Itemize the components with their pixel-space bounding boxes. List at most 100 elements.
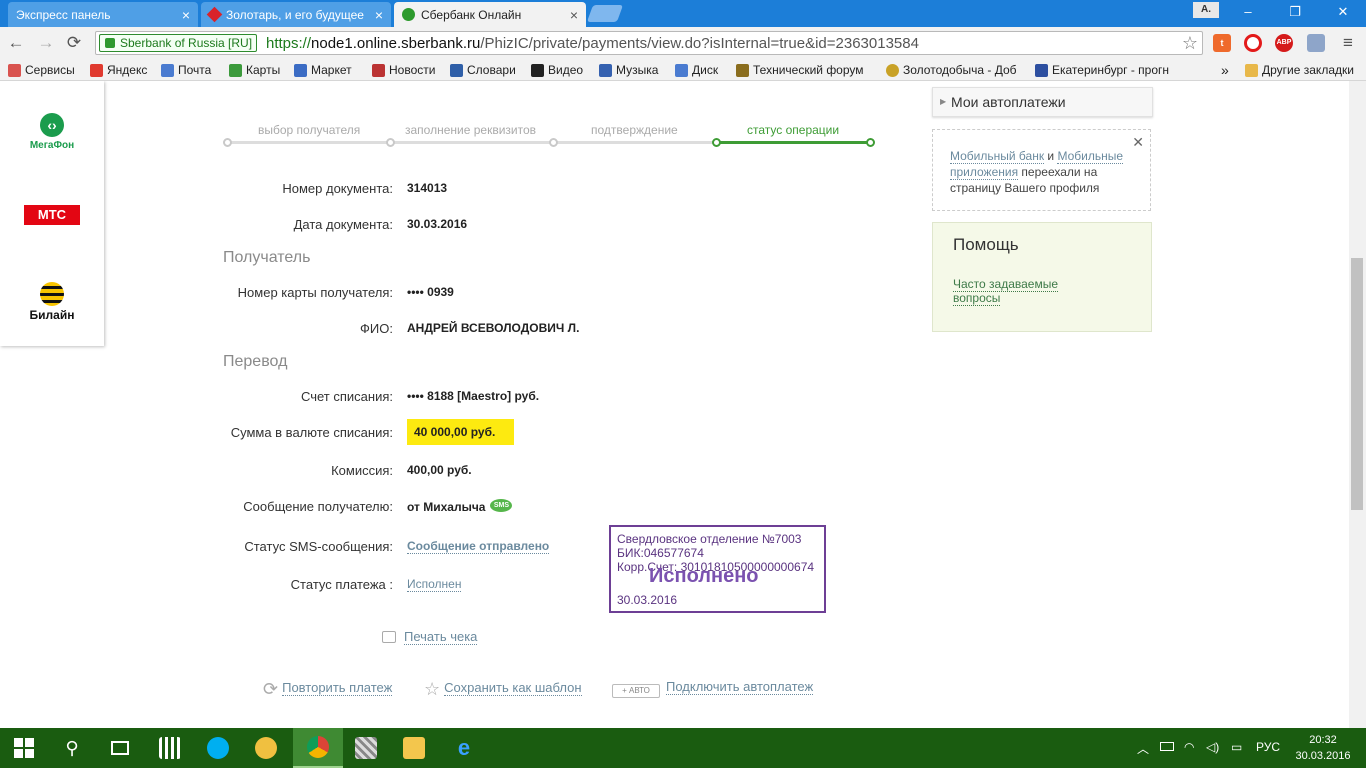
bank-stamp: Свердловское отделение №7003 БИК:0465776… bbox=[609, 525, 826, 613]
minimize-button[interactable]: – bbox=[1238, 4, 1258, 20]
address-bar[interactable]: Sberbank of Russia [RU] https://node1.on… bbox=[95, 31, 1203, 55]
tray-up-arrow-icon[interactable]: ︿ bbox=[1137, 740, 1149, 757]
bookmark-tech-forum[interactable]: Технический форум bbox=[736, 62, 872, 78]
taskbar-paint[interactable] bbox=[242, 728, 290, 768]
back-button[interactable]: ← bbox=[6, 33, 26, 53]
bookmark-star-icon[interactable]: ☆ bbox=[1182, 33, 1198, 54]
bookmark-market[interactable]: Маркет bbox=[294, 62, 352, 78]
ev-certificate-badge[interactable]: Sberbank of Russia [RU] bbox=[99, 34, 258, 52]
mobile-bank-link[interactable]: Мобильный банк bbox=[950, 149, 1045, 164]
volume-icon[interactable]: ◁) bbox=[1206, 740, 1219, 754]
bookmark-news[interactable]: Новости bbox=[372, 62, 435, 78]
window-close-button[interactable]: ✕ bbox=[1333, 4, 1353, 20]
search-button[interactable]: ⚲ bbox=[48, 728, 96, 768]
battery-icon[interactable] bbox=[1160, 742, 1174, 751]
operator-mts[interactable]: МТС bbox=[0, 205, 104, 225]
sms-status-link[interactable]: Сообщение отправлено bbox=[407, 539, 550, 554]
tab-sberbank[interactable]: Сбербанк Онлайн × bbox=[394, 2, 586, 27]
mail-icon bbox=[161, 63, 174, 77]
clock-date: 30.03.2016 bbox=[1295, 750, 1351, 762]
other-bookmarks[interactable]: Другие закладки bbox=[1245, 62, 1354, 78]
close-icon[interactable]: ✕ bbox=[1132, 134, 1144, 150]
tab-strip: Экспресс панель × Золотарь, и его будуще… bbox=[0, 0, 1366, 27]
print-receipt-button[interactable]: Печать чека bbox=[382, 629, 478, 645]
commission-row: Комиссия: 400,00 руб. bbox=[160, 463, 660, 483]
operator-megafon[interactable]: ‹› МегаФон bbox=[0, 113, 104, 151]
help-panel: Помощь Часто задаваемые вопросы bbox=[932, 222, 1152, 332]
taskbar-clock[interactable]: 20:32 30.03.2016 bbox=[1293, 732, 1353, 764]
page-scrollbar[interactable] bbox=[1349, 81, 1366, 729]
bookmarks-overflow-button[interactable]: » bbox=[1221, 62, 1229, 78]
bookmark-mail[interactable]: Почта bbox=[161, 62, 211, 78]
step-line-done bbox=[717, 141, 871, 144]
taskbar-skype[interactable] bbox=[194, 728, 242, 768]
bookmark-services[interactable]: Сервисы bbox=[8, 62, 75, 78]
tab-express-panel[interactable]: Экспресс панель × bbox=[8, 2, 198, 27]
bookmark-maps[interactable]: Карты bbox=[229, 62, 280, 78]
taskbar-calculator[interactable] bbox=[146, 728, 194, 768]
restore-button[interactable]: ❐ bbox=[1285, 4, 1305, 20]
operators-panel: ‹› МегаФон МТС Билайн bbox=[0, 81, 104, 346]
step-dot-end bbox=[866, 138, 875, 147]
adblock-extension-icon[interactable]: ABP bbox=[1275, 34, 1293, 52]
bookmark-ekaterinburg-weather[interactable]: Екатеринбург - прогн bbox=[1035, 62, 1173, 78]
document-number-row: Номер документа: 314013 bbox=[160, 181, 660, 201]
notification-icon[interactable]: ▭ bbox=[1231, 740, 1242, 754]
tab-title: Экспресс панель bbox=[16, 7, 111, 22]
wifi-icon[interactable]: ◠ bbox=[1184, 740, 1194, 754]
taskbar-app[interactable] bbox=[342, 728, 390, 768]
sms-status-row: Статус SMS-сообщения: Сообщение отправле… bbox=[160, 539, 660, 559]
language-indicator[interactable]: РУС bbox=[1256, 740, 1280, 754]
chevron-right-icon: ▶ bbox=[940, 97, 947, 106]
message-value: от Михалыча bbox=[407, 500, 486, 514]
mail-extension-icon[interactable] bbox=[1307, 34, 1325, 52]
close-icon[interactable]: × bbox=[570, 8, 578, 22]
weather-icon bbox=[1035, 63, 1048, 77]
tab-zolotar[interactable]: Золотарь, и его будущее × bbox=[201, 2, 391, 27]
print-receipt-label: Печать чека bbox=[404, 629, 478, 645]
taskbar-chrome[interactable] bbox=[293, 728, 343, 768]
close-icon[interactable]: × bbox=[375, 8, 383, 22]
tumblr-extension-icon[interactable]: t bbox=[1213, 34, 1231, 52]
connect-autopay-button[interactable]: + АВТО Подключить автоплатеж bbox=[612, 679, 814, 698]
payment-status-link[interactable]: Исполнен bbox=[407, 577, 462, 592]
navigation-bar: ← → ⟳ Sberbank of Russia [RU] https://no… bbox=[0, 27, 1366, 59]
bookmark-dictionaries[interactable]: Словари bbox=[450, 62, 516, 78]
close-icon[interactable]: × bbox=[182, 8, 190, 22]
stamp-bik: БИК:046577674 bbox=[617, 546, 704, 560]
save-template-button[interactable]: ☆ Сохранить как шаблон bbox=[424, 679, 582, 700]
bookmark-yandex[interactable]: Яндекс bbox=[90, 62, 147, 78]
document-date-label: Дата документа: bbox=[293, 217, 393, 232]
forward-button[interactable]: → bbox=[36, 33, 56, 53]
step-line bbox=[227, 141, 717, 144]
operator-beeline[interactable]: Билайн bbox=[0, 282, 104, 322]
task-view-button[interactable] bbox=[96, 728, 144, 768]
maps-icon bbox=[229, 63, 242, 77]
bookmark-gold-mining[interactable]: Золотодобыча - Доб bbox=[886, 62, 1022, 78]
scrollbar-thumb[interactable] bbox=[1351, 258, 1363, 510]
url-text[interactable]: https://node1.online.sberbank.ru/PhizIC/… bbox=[266, 35, 919, 52]
megafon-name: МегаФон bbox=[29, 140, 75, 151]
faq-link[interactable]: Часто задаваемые вопросы bbox=[953, 277, 1083, 306]
reload-button[interactable]: ⟳ bbox=[64, 33, 84, 53]
profile-button[interactable]: A. bbox=[1193, 2, 1219, 18]
taskbar-edge[interactable]: e bbox=[440, 728, 488, 768]
auto-badge-icon: + АВТО bbox=[612, 684, 660, 698]
taskbar-explorer[interactable] bbox=[390, 728, 438, 768]
beeline-logo-icon bbox=[40, 282, 64, 306]
bookmark-disk[interactable]: Диск bbox=[675, 62, 718, 78]
payment-status-label: Статус платежа : bbox=[290, 577, 393, 592]
star-icon: ☆ bbox=[424, 679, 441, 699]
my-autopayments-header[interactable]: ▶ Мои автоплатежи bbox=[932, 87, 1153, 117]
bookmarks-bar: Сервисы Яндекс Почта Карты Маркет Новост… bbox=[0, 59, 1366, 81]
start-button[interactable] bbox=[0, 728, 48, 768]
step-operation-status: статус операции bbox=[747, 123, 840, 137]
refresh-icon: ⟳ bbox=[263, 679, 279, 699]
chrome-menu-icon[interactable]: ≡ bbox=[1338, 33, 1358, 53]
new-tab-button[interactable] bbox=[586, 5, 624, 22]
opera-extension-icon[interactable] bbox=[1244, 34, 1262, 52]
bookmark-music[interactable]: Музыка bbox=[599, 62, 658, 78]
bookmark-video[interactable]: Видео bbox=[531, 62, 583, 78]
repeat-payment-button[interactable]: ⟳ Повторить платеж bbox=[263, 679, 393, 700]
sms-status-label: Статус SMS-сообщения: bbox=[244, 539, 393, 554]
